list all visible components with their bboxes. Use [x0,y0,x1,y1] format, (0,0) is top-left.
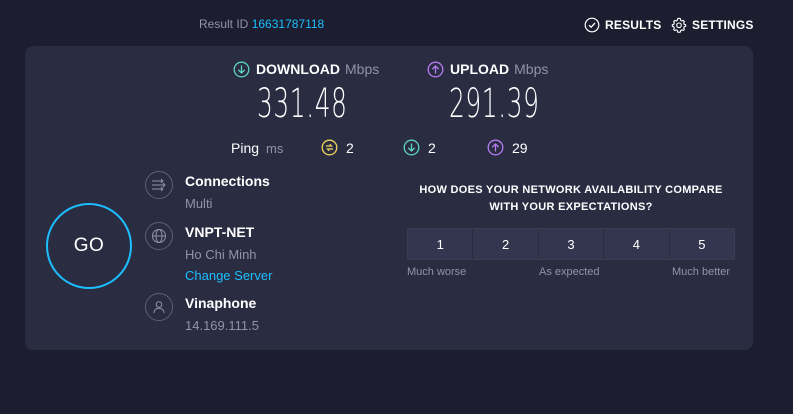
ping-label: Ping [231,140,260,156]
result-id-value[interactable]: 16631787118 [252,17,325,31]
connections-title: Connections [185,173,270,189]
result-id: Result ID 16631787118 [199,17,324,31]
change-server-link[interactable]: Change Server [185,268,272,283]
server-name: VNPT-NET [185,224,255,240]
go-button[interactable]: GO [46,203,132,289]
arrow-down-circle-icon [233,61,250,77]
server-location: Ho Chi Minh [185,247,257,262]
arrow-up-circle-icon [487,139,504,156]
ping-unit: ms [266,140,284,156]
idle-latency-icon [321,139,338,156]
rating-scale: 1 2 3 4 5 [407,228,735,260]
rating-option-3[interactable]: 3 [538,229,605,259]
scale-high-label: Much better [672,266,731,278]
ping-upload-value: 29 [512,139,528,156]
results-link[interactable]: RESULTS [584,16,662,34]
gear-icon [671,17,687,33]
ping-idle-value: 2 [346,139,354,156]
results-label: RESULTS [605,18,662,32]
result-id-label: Result ID [199,17,249,31]
rating-option-1[interactable]: 1 [408,229,474,259]
rating-option-2[interactable]: 2 [473,229,539,259]
upload-value: 291.39 [449,81,540,127]
upload-unit: Mbps [514,61,549,77]
settings-link[interactable]: SETTINGS [671,16,754,34]
scale-mid-label: As expected [539,266,600,278]
survey-question: HOW DOES YOUR NETWORK AVAILABILITY COMPA… [419,184,723,213]
download-unit: Mbps [345,61,380,77]
connections-icon [145,171,173,199]
settings-label: SETTINGS [692,18,754,32]
download-label: DOWNLOAD [256,61,340,77]
connections-value[interactable]: Multi [185,196,212,211]
result-panel: DOWNLOAD Mbps 331.48 UPLOAD Mbps 291.39 … [25,46,753,350]
ping-upload: 29 [487,139,528,156]
provider-name: Vinaphone [185,295,257,311]
ping-download-value: 2 [428,139,436,156]
arrow-down-circle-icon [403,139,420,156]
upload-label: UPLOAD [450,61,510,77]
arrow-up-circle-icon [427,61,444,77]
user-icon [145,293,173,321]
ping-idle: 2 [321,139,354,156]
upload-metric: UPLOAD Mbps 291.39 [427,60,595,128]
globe-icon [145,222,173,250]
download-value: 331.48 [257,81,348,127]
top-bar: Result ID 16631787118 RESULTS SETTINGS [0,0,793,46]
check-circle-icon [584,17,600,33]
scale-low-label: Much worse [407,266,467,278]
download-metric: DOWNLOAD Mbps 331.48 [233,60,403,128]
ping-row: Ping ms 2 2 29 [231,138,528,158]
provider-ip: 14.169.111.5 [185,318,259,333]
rating-option-4[interactable]: 4 [604,229,670,259]
rating-option-5[interactable]: 5 [669,229,734,259]
ping-download: 2 [403,139,436,156]
